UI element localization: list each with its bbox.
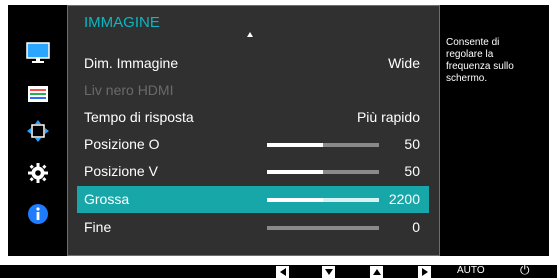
menu-item-value: 2200 xyxy=(388,191,420,207)
slider-fill xyxy=(267,143,323,147)
menu-item-liv-nero-hdmi: Liv nero HDMI xyxy=(77,77,429,104)
right-icon[interactable] xyxy=(418,266,431,278)
menu-item-label: Dim. Immagine xyxy=(84,55,179,71)
menu-item-label: Grossa xyxy=(84,191,130,207)
menu-item-value: 50 xyxy=(404,163,420,179)
menu-item-label: Fine xyxy=(84,219,112,235)
scroll-up-arrow-icon xyxy=(247,32,253,37)
up-icon[interactable] xyxy=(370,266,383,278)
slider-fill xyxy=(267,170,323,174)
left-icon[interactable] xyxy=(276,266,289,278)
menu-item-label: Posizione O xyxy=(84,136,160,152)
gear-icon[interactable] xyxy=(24,159,52,187)
grossa-slider[interactable] xyxy=(267,198,379,202)
posizione-o-slider[interactable] xyxy=(267,143,379,147)
menu-item-grossa[interactable]: Grossa 2200 xyxy=(77,186,429,213)
menu-item-posizione-o[interactable]: Posizione O 50 xyxy=(77,131,429,158)
help-text: Consente di regolare la frequenza sullo … xyxy=(446,37,514,84)
menu-item-value: 0 xyxy=(412,219,420,235)
menu-item-value: Più rapido xyxy=(356,109,420,125)
menu-title: IMMAGINE xyxy=(84,14,160,31)
info-icon[interactable] xyxy=(24,200,52,228)
menu-item-fine[interactable]: Fine 0 xyxy=(77,214,429,241)
menu-item-label: Liv nero HDMI xyxy=(84,82,174,98)
menu-item-label: Posizione V xyxy=(84,163,158,179)
fine-slider[interactable] xyxy=(267,226,379,230)
menu-item-dim-immagine[interactable]: Dim. Immagine Wide xyxy=(77,50,429,77)
posizione-v-slider[interactable] xyxy=(267,170,379,174)
menu-item-label: Tempo di risposta xyxy=(84,109,194,125)
slider-fill xyxy=(267,198,323,202)
menu-item-value: Wide xyxy=(388,55,420,71)
auto-button[interactable]: AUTO xyxy=(457,265,485,276)
category-sidebar xyxy=(8,5,67,256)
menu-item-tempo-di-risposta[interactable]: Tempo di risposta Più rapido xyxy=(77,104,429,131)
picture-menu: IMMAGINE Dim. Immagine Wide Liv nero HDM… xyxy=(67,5,440,256)
move-arrows-icon[interactable] xyxy=(24,117,52,145)
menu-item-value: 50 xyxy=(404,136,420,152)
power-icon[interactable]: ⏻ xyxy=(520,263,530,278)
monitor-icon[interactable] xyxy=(24,39,52,67)
color-bars-icon[interactable] xyxy=(24,80,52,108)
menu-item-posizione-v[interactable]: Posizione V 50 xyxy=(77,158,429,185)
down-icon[interactable] xyxy=(322,266,335,278)
